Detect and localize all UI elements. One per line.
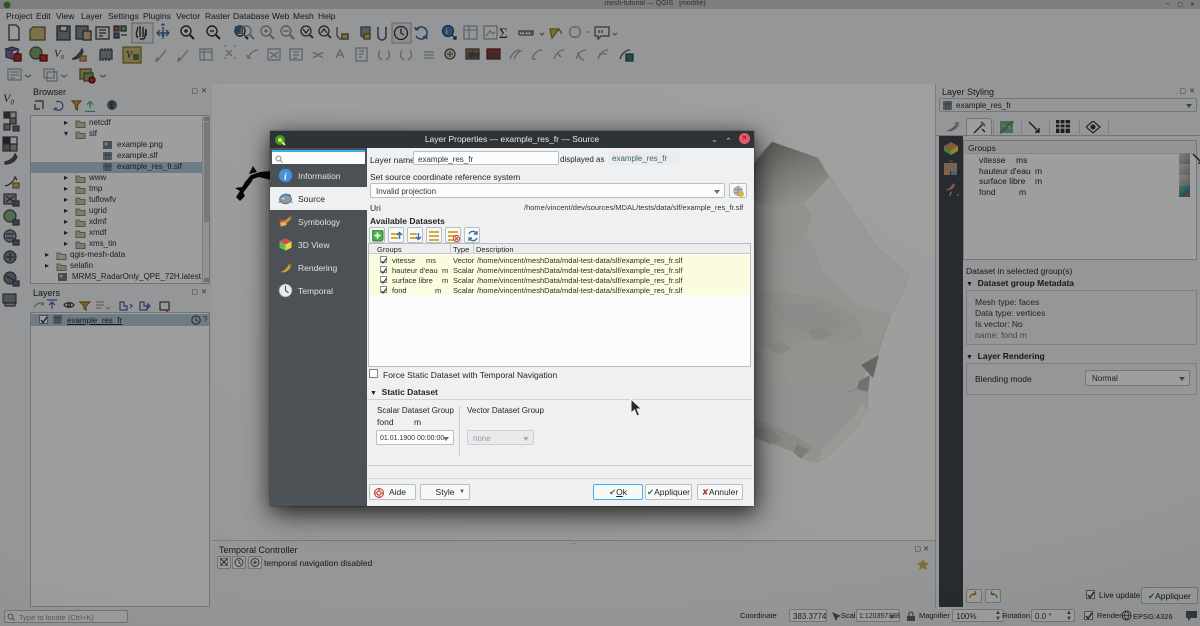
svg-text:Σ: Σ — [499, 26, 508, 42]
svg-text:V₀: V₀ — [54, 48, 65, 60]
svg-text:i: i — [446, 27, 448, 36]
svg-text:abc: abc — [468, 52, 480, 59]
svg-text:abc: abc — [489, 52, 501, 59]
svg-text:i: i — [284, 171, 287, 182]
svg-text:V₀: V₀ — [3, 91, 15, 105]
